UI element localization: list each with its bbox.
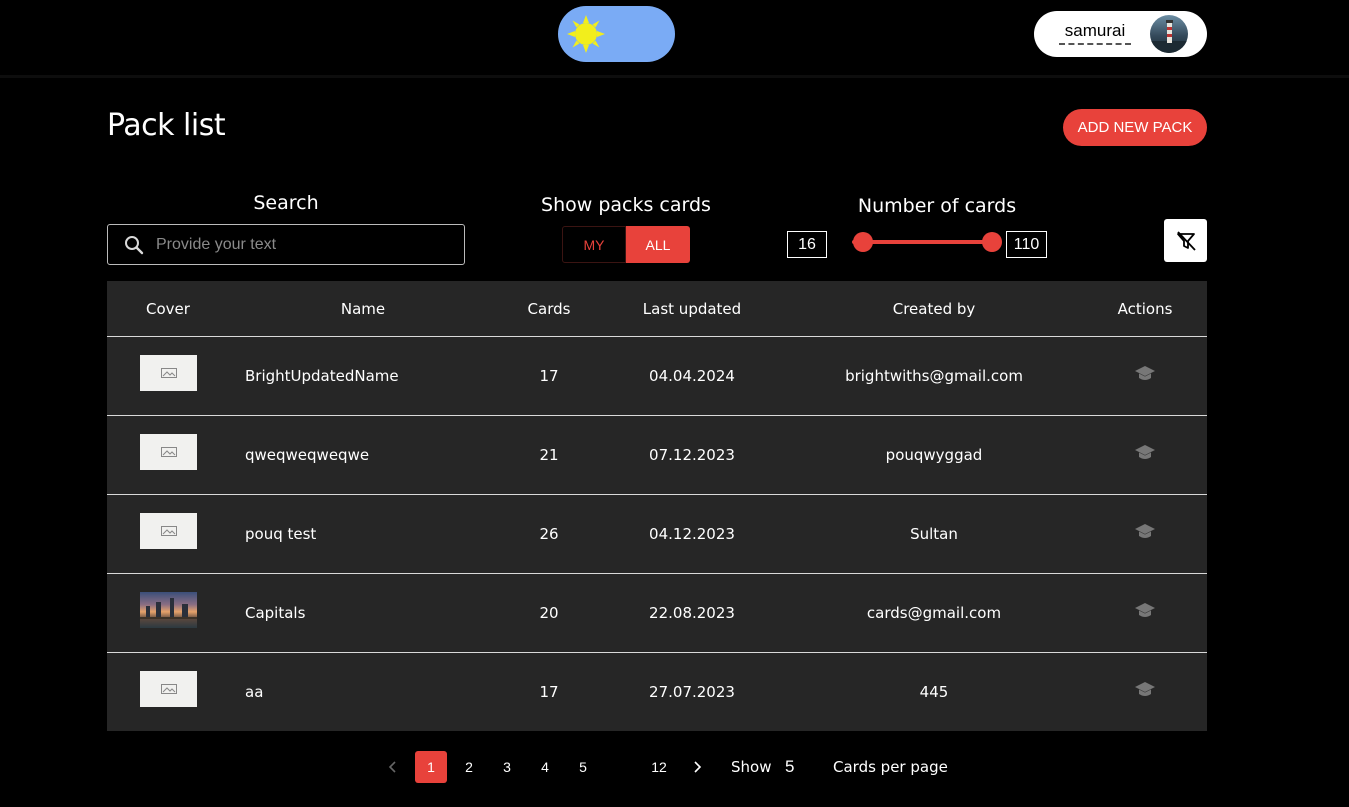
cover-image bbox=[140, 355, 197, 391]
packs-table: Cover Name Cards Last updated Created by… bbox=[107, 281, 1207, 731]
learn-icon[interactable] bbox=[1134, 601, 1156, 621]
chevron-right-icon bbox=[694, 761, 702, 773]
learn-icon[interactable] bbox=[1134, 522, 1156, 542]
avatar[interactable] bbox=[1150, 15, 1188, 53]
page-button-1[interactable]: 1 bbox=[415, 751, 447, 783]
pack-created-by: 445 bbox=[919, 683, 949, 701]
image-placeholder-icon bbox=[160, 368, 177, 378]
header-last-updated[interactable]: Last updated bbox=[622, 281, 762, 337]
pack-name[interactable]: pouq test bbox=[245, 495, 485, 573]
user-menu[interactable]: samurai bbox=[1034, 11, 1207, 57]
theme-toggle[interactable] bbox=[558, 6, 675, 62]
show-label: Show bbox=[731, 758, 772, 776]
header: samurai bbox=[0, 0, 1349, 78]
pack-cards-count: 20 bbox=[539, 604, 559, 622]
cards-per-page-label: Cards per page bbox=[833, 758, 948, 776]
pack-cards-count: 21 bbox=[539, 446, 559, 464]
page-button-5[interactable]: 5 bbox=[567, 751, 599, 783]
pack-name[interactable]: Capitals bbox=[245, 574, 485, 652]
pack-created-by: pouqwyggad bbox=[885, 446, 983, 464]
image-placeholder-icon bbox=[160, 526, 177, 536]
pack-created-by: brightwiths@gmail.com bbox=[845, 367, 1023, 385]
pack-last-updated: 22.08.2023 bbox=[649, 604, 735, 622]
next-page-button[interactable] bbox=[685, 751, 709, 783]
city-photo bbox=[140, 598, 197, 619]
pack-name[interactable]: qweqweqweqwe bbox=[245, 416, 485, 494]
pack-created-by: Sultan bbox=[910, 525, 958, 543]
range-min-value: 16 bbox=[787, 231, 827, 258]
pack-last-updated: 07.12.2023 bbox=[649, 446, 735, 464]
range-min-thumb[interactable] bbox=[853, 232, 873, 252]
my-all-toggle: MY ALL bbox=[562, 226, 690, 263]
cards-range-slider[interactable] bbox=[852, 240, 994, 244]
search-input[interactable] bbox=[156, 233, 456, 257]
table-header: Cover Name Cards Last updated Created by… bbox=[107, 281, 1207, 337]
table-row[interactable]: Capitals 20 22.08.2023 cards@gmail.com bbox=[107, 574, 1207, 653]
cover-image bbox=[140, 592, 197, 628]
clear-filters-button[interactable] bbox=[1164, 219, 1207, 262]
pack-created-by: cards@gmail.com bbox=[866, 604, 1002, 622]
number-of-cards-label: Number of cards bbox=[857, 195, 1017, 217]
image-placeholder-icon bbox=[160, 447, 177, 457]
user-name[interactable]: samurai bbox=[1059, 21, 1131, 45]
pack-last-updated: 04.12.2023 bbox=[649, 525, 735, 543]
prev-page-button[interactable] bbox=[381, 751, 405, 783]
table-row[interactable]: BrightUpdatedName 17 04.04.2024 brightwi… bbox=[107, 337, 1207, 416]
header-cover[interactable]: Cover bbox=[107, 281, 229, 337]
pack-last-updated: 27.07.2023 bbox=[649, 683, 735, 701]
pack-last-updated: 04.04.2024 bbox=[649, 367, 735, 385]
page-size-select[interactable]: 5 bbox=[785, 757, 794, 777]
learn-icon[interactable] bbox=[1134, 443, 1156, 463]
cover-image bbox=[140, 671, 197, 707]
add-new-pack-button[interactable]: ADD NEW PACK bbox=[1063, 109, 1207, 146]
pack-cards-count: 17 bbox=[539, 367, 559, 385]
header-created-by[interactable]: Created by bbox=[824, 281, 1044, 337]
learn-icon[interactable] bbox=[1134, 364, 1156, 384]
table-row[interactable]: qweqweqweqwe 21 07.12.2023 pouqwyggad bbox=[107, 416, 1207, 495]
pack-cards-count: 26 bbox=[539, 525, 559, 543]
range-max-thumb[interactable] bbox=[982, 232, 1002, 252]
cover-image bbox=[140, 434, 197, 470]
search-icon bbox=[125, 236, 144, 255]
pack-cards-count: 17 bbox=[539, 683, 559, 701]
header-cards[interactable]: Cards bbox=[499, 281, 599, 337]
page-button-2[interactable]: 2 bbox=[453, 751, 485, 783]
show-packs-label: Show packs cards bbox=[541, 194, 711, 216]
header-actions: Actions bbox=[1117, 300, 1173, 318]
filter-off-icon bbox=[1176, 230, 1196, 251]
cover-image bbox=[140, 513, 197, 549]
sun-icon bbox=[567, 15, 605, 53]
image-placeholder-icon bbox=[160, 684, 177, 694]
pack-name[interactable]: aa bbox=[245, 653, 485, 731]
toggle-all-button[interactable]: ALL bbox=[626, 226, 690, 263]
lighthouse-icon bbox=[1150, 20, 1188, 53]
page-button-4[interactable]: 4 bbox=[529, 751, 561, 783]
learn-icon[interactable] bbox=[1134, 680, 1156, 700]
table-row[interactable]: aa 17 27.07.2023 445 bbox=[107, 653, 1207, 731]
header-name[interactable]: Name bbox=[245, 281, 481, 337]
page-title: Pack list bbox=[107, 108, 226, 143]
toggle-my-button[interactable]: MY bbox=[562, 226, 626, 263]
range-max-value: 110 bbox=[1006, 231, 1047, 258]
search-field[interactable] bbox=[107, 224, 465, 265]
pack-name[interactable]: BrightUpdatedName bbox=[245, 337, 485, 415]
page-button-12[interactable]: 12 bbox=[643, 751, 675, 783]
table-row[interactable]: pouq test 26 04.12.2023 Sultan bbox=[107, 495, 1207, 574]
chevron-left-icon bbox=[388, 761, 396, 773]
search-label: Search bbox=[253, 192, 319, 214]
page-button-3[interactable]: 3 bbox=[491, 751, 523, 783]
